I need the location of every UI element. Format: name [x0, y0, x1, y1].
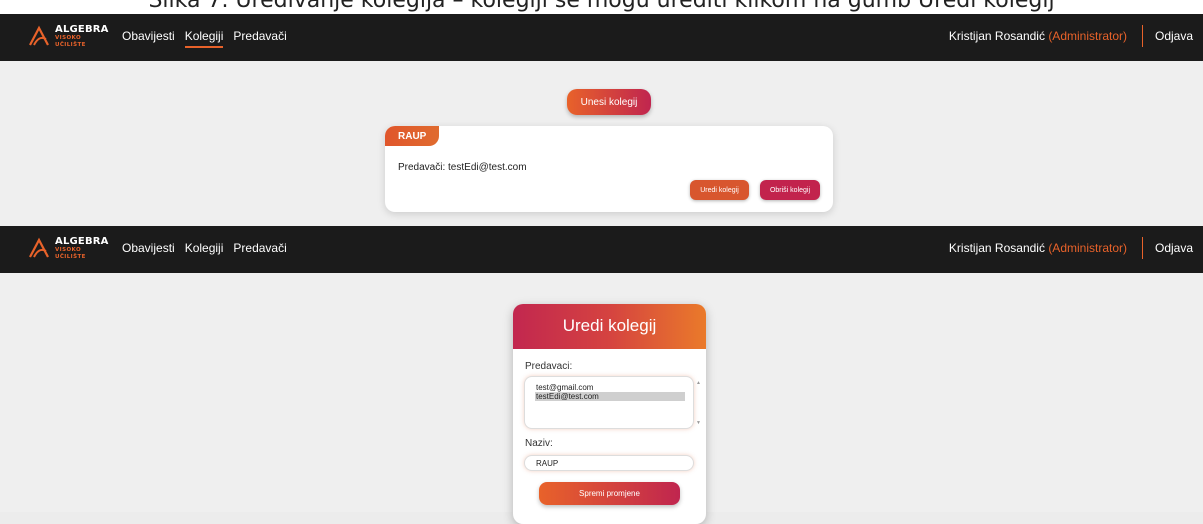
user-role: (Administrator) — [1048, 241, 1127, 255]
algebra-logo-icon — [29, 237, 49, 258]
nav-divider — [1142, 237, 1143, 259]
nav-item-predavaci[interactable]: Predavači — [233, 29, 286, 48]
logo-main-text: ALGEBRA — [55, 24, 109, 35]
edit-course-button[interactable]: Uredi kolegij — [690, 180, 749, 200]
course-lecturers: Predavači: testEdi@test.com — [398, 162, 527, 173]
nav-divider — [1142, 25, 1143, 47]
nav-item-kolegiji[interactable]: Kolegiji — [184, 29, 224, 48]
lecturers-multiselect[interactable]: test@gmail.com testEdi@test.com ▲ ▼ — [524, 376, 701, 429]
user-info: Kristijan Rosandić (Administrator) — [949, 29, 1127, 43]
add-course-button[interactable]: Unesi kolegij — [567, 89, 651, 115]
logout-link[interactable]: Odjava — [1155, 241, 1193, 255]
courses-page: Unesi kolegij RAUP Predavači: testEdi@te… — [0, 61, 1203, 226]
logout-link[interactable]: Odjava — [1155, 29, 1193, 43]
form-title: Uredi kolegij — [513, 304, 706, 349]
lecturer-option[interactable]: test@gmail.com — [535, 383, 685, 392]
logo-main-text: ALGEBRA — [55, 236, 109, 247]
user-role: (Administrator) — [1048, 29, 1127, 43]
edit-course-form: Uredi kolegij Predavaci: test@gmail.com … — [513, 304, 706, 524]
algebra-logo-icon — [29, 25, 49, 46]
name-label: Naziv: — [525, 438, 553, 449]
logo-sub-text: VISOKO — [55, 247, 82, 253]
save-changes-button[interactable]: Spremi promjene — [539, 482, 680, 505]
algebra-logo[interactable]: ALGEBRA VISOKO UČILIŠTE — [28, 237, 109, 260]
top-navbar-2: ALGEBRA VISOKO UČILIŠTE Obavijesti Koleg… — [0, 226, 1203, 273]
nav-item-kolegiji[interactable]: Kolegiji — [185, 241, 224, 258]
user-name: Kristijan Rosandić — [948, 241, 1045, 255]
lecturer-option-selected[interactable]: testEdi@test.com — [535, 392, 685, 401]
user-info: Kristijan Rosandić (Administrator) — [949, 241, 1127, 255]
top-navbar: ALGEBRA VISOKO UČILIŠTE Obavijesti Koleg… — [0, 14, 1203, 61]
main-nav: Obavijesti Kolegiji Predavači — [122, 29, 297, 48]
lecturers-label: Predavaci: — [525, 361, 573, 372]
algebra-logo[interactable]: ALGEBRA VISOKO UČILIŠTE — [28, 25, 109, 48]
logo-sub-text: UČILIŠTE — [55, 253, 86, 260]
logo-sub-text: UČILIŠTE — [55, 41, 86, 48]
scroll-up-icon[interactable]: ▲ — [696, 380, 702, 386]
caption-text: Slika 7. Uređivanje kolegija – kolegiji … — [148, 0, 1055, 13]
edit-course-page: Uredi kolegij Predavaci: test@gmail.com … — [0, 273, 1203, 524]
document-caption: Slika 7. Uređivanje kolegija – kolegiji … — [0, 0, 1203, 14]
course-name-badge: RAUP — [385, 126, 439, 146]
user-name: Kristijan Rosandić — [948, 29, 1045, 43]
main-nav: Obavijesti Kolegiji Predavači — [122, 241, 297, 258]
nav-item-obavijesti[interactable]: Obavijesti — [122, 29, 175, 48]
scroll-down-icon[interactable]: ▼ — [696, 420, 702, 426]
delete-course-button[interactable]: Obriši kolegij — [760, 180, 820, 200]
logo-sub-text: VISOKO — [55, 35, 82, 41]
nav-item-obavijesti[interactable]: Obavijesti — [122, 241, 175, 258]
name-input[interactable] — [524, 455, 694, 471]
course-card: RAUP Predavači: testEdi@test.com Uredi k… — [385, 126, 833, 212]
nav-item-predavaci[interactable]: Predavači — [233, 241, 286, 258]
